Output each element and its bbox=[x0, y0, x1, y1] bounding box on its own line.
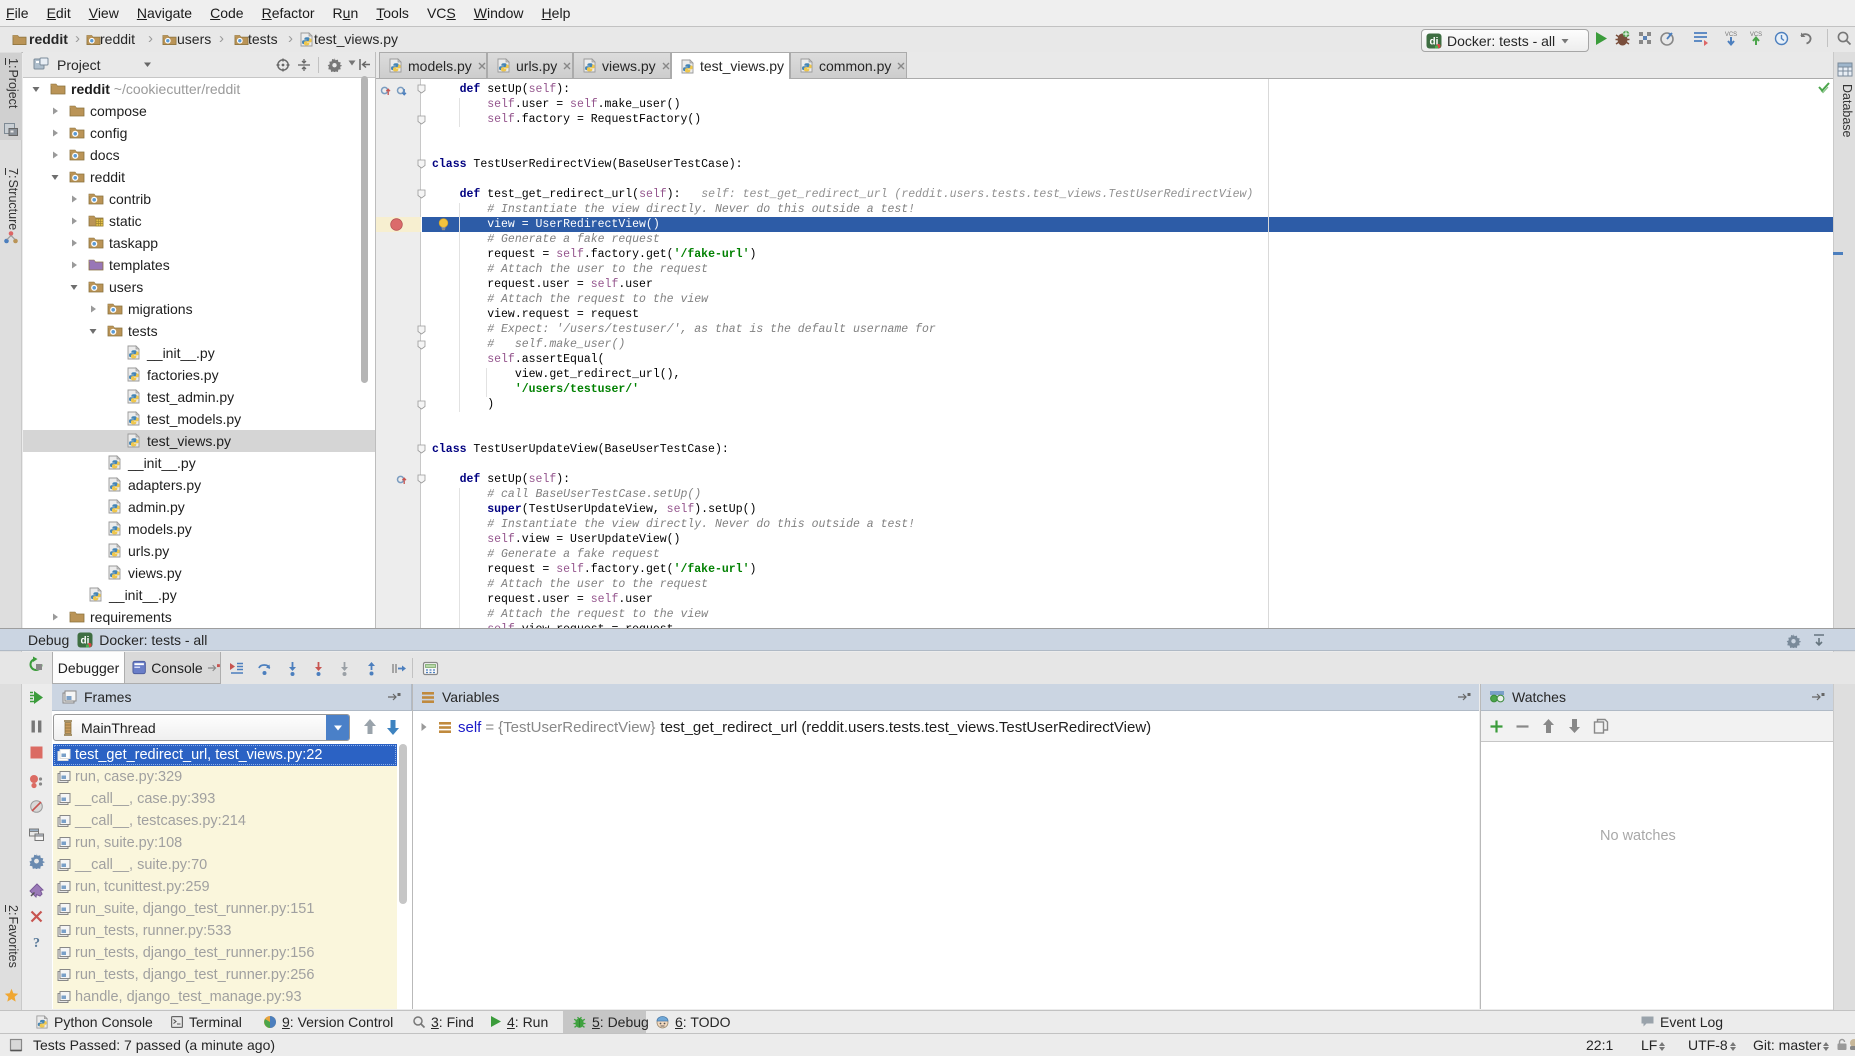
svg-text:?: ? bbox=[33, 936, 40, 950]
